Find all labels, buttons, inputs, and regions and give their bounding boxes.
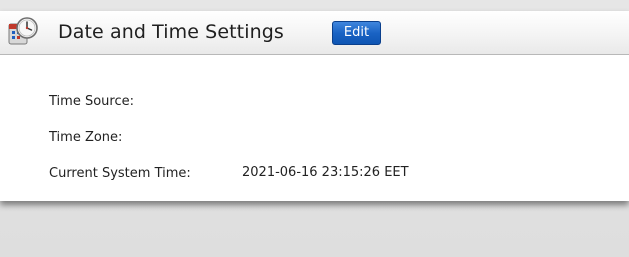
panel-header: Date and Time Settings Edit bbox=[0, 11, 629, 55]
time-zone-label: Time Zone: bbox=[49, 130, 123, 145]
current-system-time-value: 2021-06-16 23:15:26 EET bbox=[242, 165, 409, 180]
panel-body: Time Source: Time Zone: Current System T… bbox=[0, 55, 629, 201]
calendar-clock-icon bbox=[6, 15, 40, 49]
date-time-settings-panel: Date and Time Settings Edit Time Source:… bbox=[0, 11, 629, 201]
panel-title: Date and Time Settings bbox=[58, 21, 284, 43]
current-system-time-label: Current System Time: bbox=[49, 166, 191, 181]
time-source-label: Time Source: bbox=[49, 94, 134, 109]
edit-button[interactable]: Edit bbox=[332, 21, 381, 45]
